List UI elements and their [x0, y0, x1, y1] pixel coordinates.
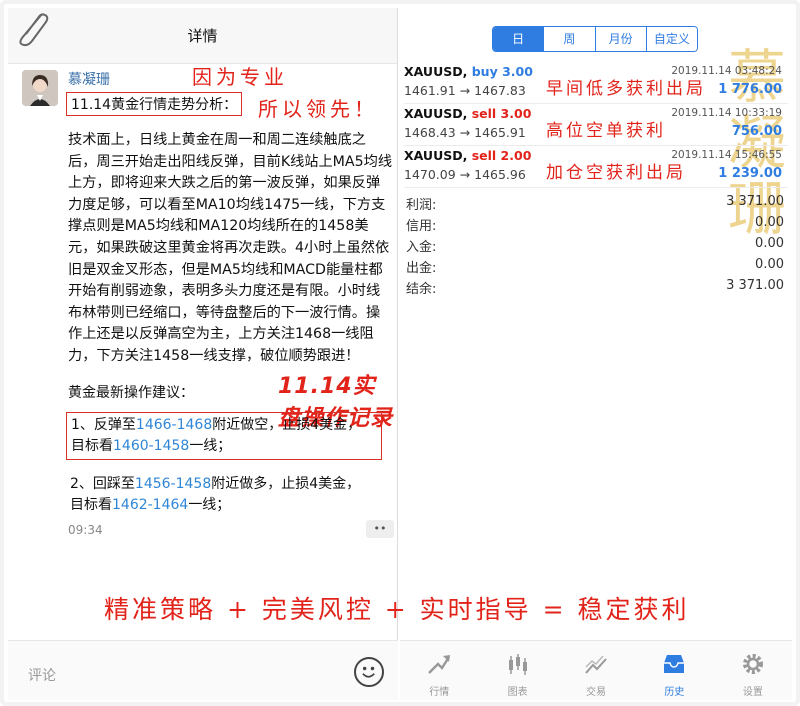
summary-credit: 信用: 0.00 [406, 215, 784, 234]
analysis-text: 技术面上，日线上黄金在周一和周二连续触底之后，周三开始走出阳线反弹，目前K线站上… [68, 132, 393, 364]
trade-side: sell 2.00 [471, 148, 532, 163]
price-range-link[interactable]: 1466-1468 [136, 417, 212, 433]
chart-icon [508, 654, 527, 675]
period-tab-day[interactable]: 日 [493, 27, 545, 51]
bottom-tab-bar: 行情 图表 交易 历史 设置 [400, 640, 792, 700]
tab-quotes[interactable]: 行情 [400, 641, 478, 700]
advice-title: 黄金最新操作建议： [68, 385, 194, 401]
trade-side: sell 3.00 [471, 106, 532, 121]
tab-history[interactable]: 历史 [635, 641, 713, 700]
trade-time: 2019.11.14 10:33:19 [671, 107, 782, 119]
post-headline: 11.14黄金行情走势分析： [66, 92, 243, 116]
trade-row[interactable]: XAUUSD, buy 3.00 2019.11.14 03:48:24 146… [404, 62, 788, 104]
trade-price: 1470.09 → 1465.96 [404, 167, 526, 182]
trade-symbol: XAUUSD, [404, 148, 468, 163]
avatar[interactable] [22, 70, 58, 106]
trade-note: 加仓空获利出局 [546, 163, 686, 183]
period-tab-custom[interactable]: 自定义 [646, 27, 697, 51]
trade-row[interactable]: XAUUSD, sell 2.00 2019.11.14 15:46:55 14… [404, 146, 788, 188]
quotes-icon [428, 655, 451, 674]
trade-profit: 756.00 [731, 124, 782, 139]
trade-profit: 1 239.00 [718, 166, 782, 181]
comment-input[interactable]: 评论 [28, 665, 56, 685]
trade-profit: 1 776.00 [718, 82, 782, 97]
slogan-leading: 所以领先！ [258, 97, 378, 121]
trade-note: 高位空单获利 [546, 121, 666, 141]
paperclip-icon [19, 13, 49, 47]
advice-item-1: 1、反弹至1466-1468附近做空，止损4美金， 目标看1460-1458一线； [66, 412, 382, 460]
page-title: 详情 [187, 27, 218, 45]
more-button[interactable]: •• [366, 520, 394, 538]
trade-symbol: XAUUSD, [404, 106, 468, 121]
emoji-icon[interactable] [354, 657, 384, 687]
history-icon [664, 655, 685, 673]
tab-chart[interactable]: 图表 [478, 641, 556, 700]
summary-withdrawal: 出金: 0.00 [406, 257, 784, 276]
price-range-link[interactable]: 1456-1458 [135, 476, 211, 492]
tab-settings[interactable]: 设置 [714, 641, 792, 700]
price-range-link[interactable]: 1460-1458 [113, 438, 189, 454]
trade-note: 早间低多获利出局 [546, 79, 706, 99]
trade-price: 1461.91 → 1467.83 [404, 83, 526, 98]
settings-icon [742, 654, 763, 674]
trade-side: buy 3.00 [471, 64, 533, 79]
period-segmented-control: 日 周 月份 自定义 [492, 26, 698, 52]
author-name[interactable]: 慕凝珊 [68, 69, 110, 89]
detail-header: 详情 [8, 8, 397, 64]
summary-profit: 利润: 3 371.00 [406, 194, 784, 213]
trade-price: 1468.43 → 1465.91 [404, 125, 526, 140]
summary-balance: 结余: 3 371.00 [406, 278, 784, 297]
trade-symbol: XAUUSD, [404, 64, 468, 79]
trade-row[interactable]: XAUUSD, sell 3.00 2019.11.14 10:33:19 14… [404, 104, 788, 146]
tab-trade[interactable]: 交易 [557, 641, 635, 700]
period-tab-week[interactable]: 周 [544, 27, 596, 51]
post-time: 09:34 [68, 523, 103, 537]
trade-icon [585, 655, 607, 674]
period-tab-month[interactable]: 月份 [595, 27, 647, 51]
summary-deposit: 入金: 0.00 [406, 236, 784, 255]
comment-bar: 评论 [8, 640, 398, 700]
advice-item-2: 2、回踩至1456-1458附近做多，止损4美金， 目标看1462-1464一线； [70, 476, 361, 513]
slogan-professional: 因为专业 [192, 65, 288, 89]
price-range-link[interactable]: 1462-1464 [112, 497, 188, 513]
trade-time: 2019.11.14 15:46:55 [671, 149, 782, 161]
promo-slogan: 精准策略 + 完美风控 + 实时指导 = 稳定获利 [104, 595, 690, 624]
